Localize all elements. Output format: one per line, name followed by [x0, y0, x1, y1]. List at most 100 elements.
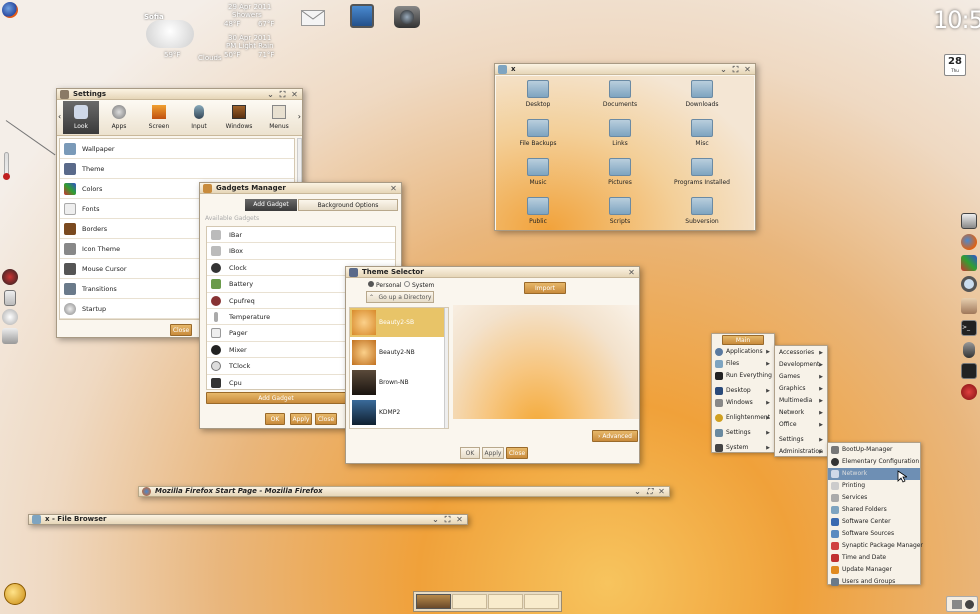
- folder-item[interactable]: Desktop: [498, 80, 578, 108]
- folder-item[interactable]: Music: [498, 158, 578, 186]
- menu-item-files[interactable]: Files ▶: [712, 358, 774, 370]
- close-icon[interactable]: ✕: [743, 65, 752, 74]
- tab-windows[interactable]: Windows: [221, 101, 257, 134]
- pager-desk-2[interactable]: [452, 594, 487, 609]
- tab-screen[interactable]: Screen: [141, 101, 177, 134]
- package-icon[interactable]: [961, 298, 977, 314]
- list-item[interactable]: Wallpaper: [60, 139, 294, 159]
- close-icon[interactable]: ✕: [290, 90, 299, 99]
- volume-tray-icon[interactable]: [965, 600, 974, 609]
- menu-item-time-and-date[interactable]: Time and Date: [828, 552, 920, 564]
- power-icon[interactable]: [961, 384, 977, 400]
- camera-icon[interactable]: [394, 6, 420, 28]
- tab-apps[interactable]: Apps: [101, 101, 137, 134]
- menu-item-users-groups[interactable]: Users and Groups: [828, 576, 920, 588]
- folder-item[interactable]: Downloads: [662, 80, 742, 108]
- theme-titlebar[interactable]: Theme Selector ✕: [346, 267, 639, 278]
- tab-add-gadget[interactable]: Add Gadget: [245, 199, 297, 211]
- close-icon[interactable]: ✕: [657, 487, 666, 496]
- maximize-icon[interactable]: ⛶: [278, 90, 287, 99]
- minimize-icon[interactable]: ⌄: [266, 90, 275, 99]
- maximize-icon[interactable]: ⛶: [645, 487, 654, 496]
- folder-item[interactable]: Documents: [580, 80, 660, 108]
- window-icon[interactable]: [961, 213, 977, 229]
- settings-titlebar[interactable]: Settings ⌄ ⛶ ✕: [57, 89, 302, 100]
- toolbar-next-icon[interactable]: ›: [298, 112, 301, 121]
- menu-item-shared-folders[interactable]: Shared Folders: [828, 504, 920, 516]
- disk-icon[interactable]: [2, 309, 18, 325]
- theme-item[interactable]: KDMP2: [350, 398, 444, 427]
- compass-icon[interactable]: [2, 269, 18, 285]
- theme-close-button[interactable]: Close: [506, 447, 528, 459]
- monitor-icon[interactable]: [961, 363, 977, 379]
- radio-system[interactable]: System: [404, 281, 434, 289]
- folder-item[interactable]: Links: [580, 119, 660, 147]
- menu-item-office[interactable]: Office ▶: [775, 419, 827, 431]
- pager-desk-3[interactable]: [488, 594, 523, 609]
- start-button-icon[interactable]: [4, 583, 26, 605]
- go-up-directory-button[interactable]: ⌃ Go up a Directory: [366, 291, 434, 303]
- theme-item[interactable]: Beauty2-NB: [350, 338, 444, 367]
- tab-menus[interactable]: Menus: [261, 101, 297, 134]
- menu-item-desktop[interactable]: Desktop ▶: [712, 385, 774, 397]
- close-icon[interactable]: ✕: [389, 184, 398, 193]
- menu-item-software-sources[interactable]: Software Sources: [828, 528, 920, 540]
- tab-look[interactable]: Look: [63, 101, 99, 134]
- desktop-logo-icon[interactable]: [2, 2, 18, 18]
- maximize-icon[interactable]: ⛶: [443, 515, 452, 524]
- radio-personal[interactable]: Personal: [368, 281, 402, 289]
- theme-apply-button[interactable]: Apply: [482, 447, 504, 459]
- network-icon[interactable]: [2, 328, 18, 344]
- tab-input[interactable]: Input: [181, 101, 217, 134]
- menu-item-network[interactable]: Network ▶: [775, 407, 827, 419]
- battery-icon[interactable]: [4, 290, 16, 306]
- menu-item-graphics[interactable]: Graphics ▶: [775, 383, 827, 395]
- file-browser-titlebar[interactable]: x - File Browser ⌄ ⛶ ✕: [29, 515, 467, 524]
- menu-item-services[interactable]: Services: [828, 492, 920, 504]
- gadgets-ok-button[interactable]: OK: [265, 413, 285, 425]
- folder-item[interactable]: Programs Installed: [662, 158, 742, 186]
- menu-item-settings-sub[interactable]: Settings ▶: [775, 434, 827, 446]
- paint-icon[interactable]: [961, 255, 977, 271]
- mouse-icon[interactable]: [963, 342, 975, 358]
- theme-item[interactable]: Beauty2-SB: [350, 308, 444, 337]
- firefox-titlebar[interactable]: Mozilla Firefox Start Page - Mozilla Fir…: [139, 487, 669, 496]
- computer-icon[interactable]: [350, 4, 374, 28]
- menu-item-software-center[interactable]: Software Center: [828, 516, 920, 528]
- gadgets-apply-button[interactable]: Apply: [290, 413, 312, 425]
- magnifier-icon[interactable]: [961, 276, 977, 292]
- advanced-button[interactable]: › Advanced: [592, 430, 638, 442]
- menu-item-accessories[interactable]: Accessories ▶: [775, 347, 827, 359]
- menu-item-development[interactable]: Development ▶: [775, 359, 827, 371]
- menu-item-run-everything[interactable]: Run Everything: [712, 370, 774, 382]
- menu-item-synaptic[interactable]: Synaptic Package Manager: [828, 540, 923, 552]
- theme-item[interactable]: Brown-NB: [350, 368, 444, 397]
- folder-item[interactable]: Public: [498, 197, 578, 225]
- menu-item-elementary-config[interactable]: Elementary Configuration: [828, 456, 920, 468]
- toolbar-prev-icon[interactable]: ‹: [58, 112, 61, 121]
- minimize-icon[interactable]: ⌄: [431, 515, 440, 524]
- list-item[interactable]: Theme: [60, 159, 294, 179]
- gadgets-titlebar[interactable]: Gadgets Manager ✕: [200, 183, 401, 194]
- list-item[interactable]: IBox: [207, 243, 395, 260]
- import-button[interactable]: Import: [524, 282, 566, 294]
- minimize-icon[interactable]: ⌄: [719, 65, 728, 74]
- maximize-icon[interactable]: ⛶: [731, 65, 740, 74]
- gadgets-close-button[interactable]: Close: [315, 413, 337, 425]
- menu-item-multimedia[interactable]: Multimedia ▶: [775, 395, 827, 407]
- pager-desk-1[interactable]: [416, 594, 451, 609]
- close-icon[interactable]: ✕: [455, 515, 464, 524]
- folder-item[interactable]: Scripts: [580, 197, 660, 225]
- pager-desk-4[interactable]: [524, 594, 559, 609]
- minimize-icon[interactable]: ⌄: [633, 487, 642, 496]
- theme-scrollbar[interactable]: [444, 308, 448, 428]
- firefox-window[interactable]: Mozilla Firefox Start Page - Mozilla Fir…: [138, 486, 670, 497]
- menu-item-games[interactable]: Games ▶: [775, 371, 827, 383]
- menu-item-update-manager[interactable]: Update Manager: [828, 564, 920, 576]
- menu-item-bootup-manager[interactable]: BootUp-Manager: [828, 444, 920, 456]
- firefox-icon[interactable]: [961, 234, 977, 250]
- file-browser-window[interactable]: x - File Browser ⌄ ⛶ ✕: [28, 514, 468, 525]
- menu-item-windows[interactable]: Windows ▶: [712, 397, 774, 409]
- menu-item-applications[interactable]: Applications ▶: [712, 346, 774, 358]
- calendar-gadget[interactable]: 28 Thu: [944, 54, 966, 76]
